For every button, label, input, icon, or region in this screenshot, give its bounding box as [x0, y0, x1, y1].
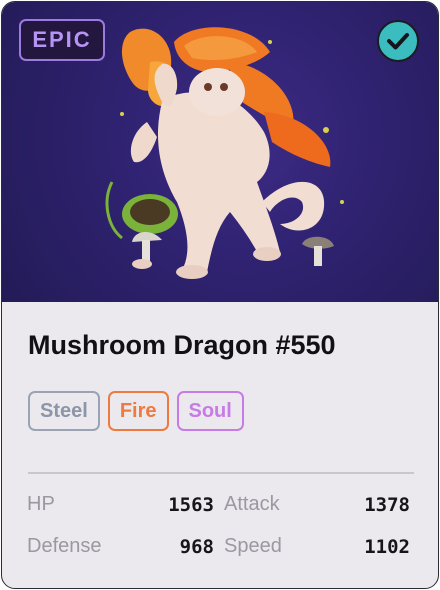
rarity-badge: EPIC	[19, 19, 105, 61]
stat-label-speed: Speed	[224, 535, 282, 557]
tag-label: Fire	[119, 399, 157, 422]
checkmark-icon	[387, 33, 409, 50]
tag-label: Steel	[40, 399, 88, 422]
tag-fire[interactable]: Fire	[107, 391, 169, 431]
tag-steel[interactable]: Steel	[28, 391, 100, 431]
stat-value-defense: 968	[179, 536, 214, 558]
artwork-panel: EPIC	[2, 2, 438, 302]
card-title: Mushroom Dragon #550	[28, 330, 336, 360]
stat-value-attack: 1378	[364, 494, 410, 516]
stat-value-hp: 1563	[168, 494, 214, 516]
tag-soul[interactable]: Soul	[176, 391, 244, 431]
nft-card[interactable]: EPIC Mushroom Dragon #550 Steel Fire Sou…	[1, 1, 439, 589]
stat-value-speed: 1102	[364, 536, 410, 558]
stat-label-attack: Attack	[224, 493, 280, 515]
stat-label-hp: HP	[27, 493, 55, 515]
stat-label-defense: Defense	[27, 535, 102, 557]
type-tags: Steel Fire Soul	[28, 391, 244, 431]
divider	[28, 472, 414, 474]
tag-label: Soul	[188, 399, 232, 422]
verified-badge	[377, 20, 419, 62]
